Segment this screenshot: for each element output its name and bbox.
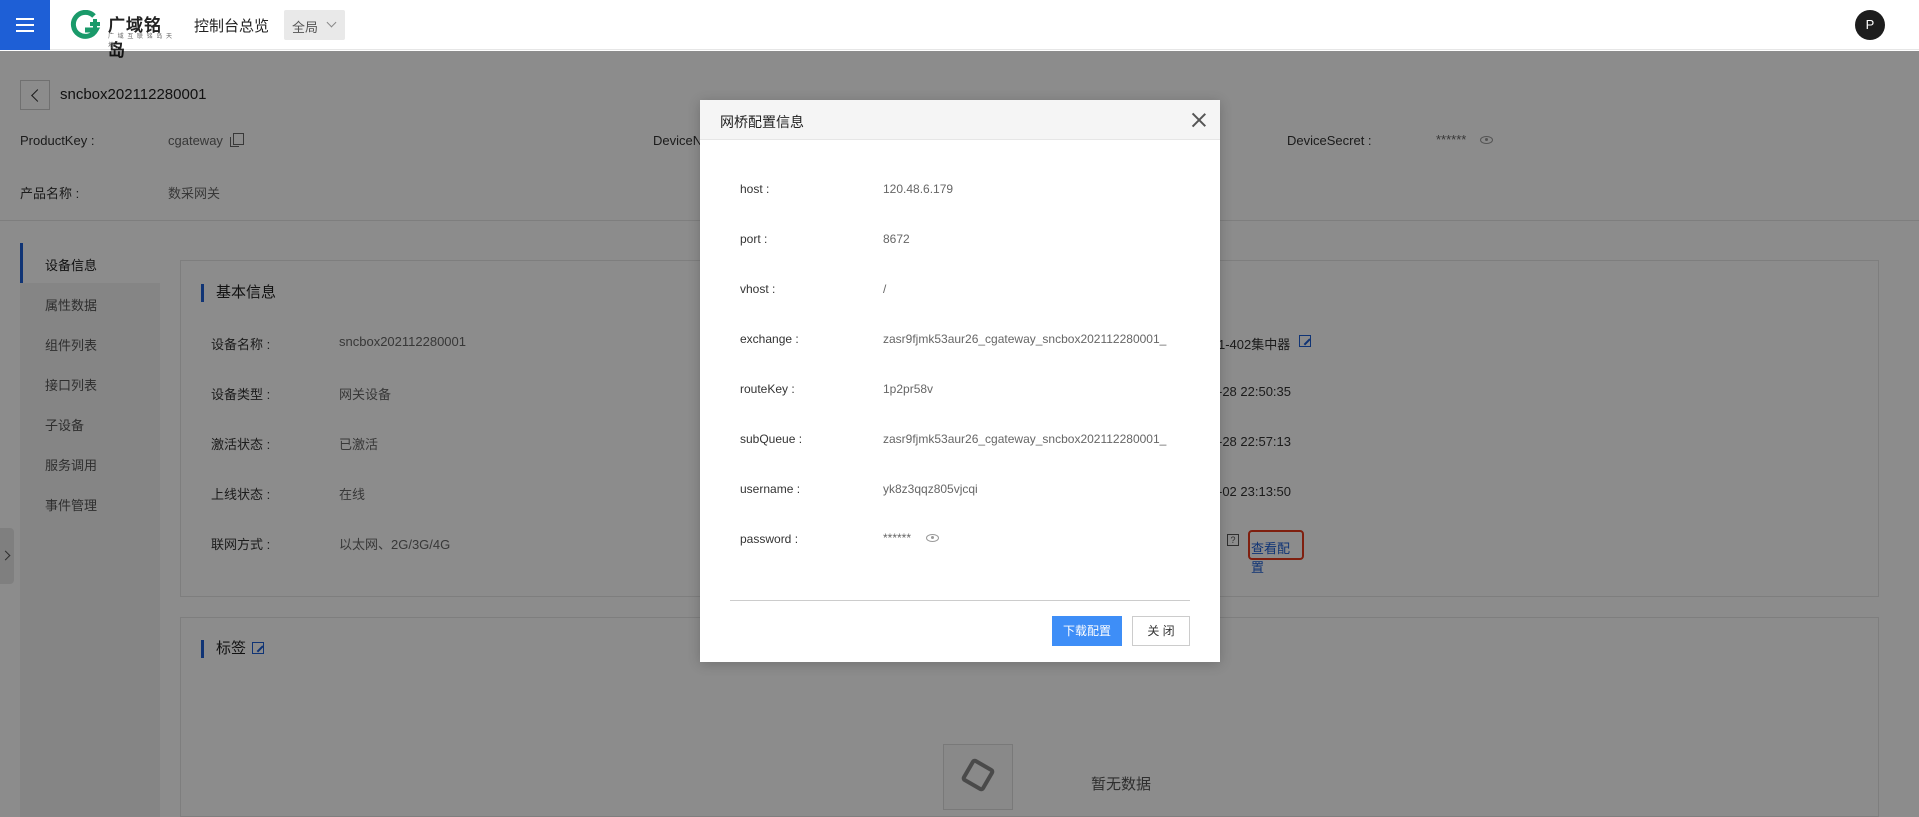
top-bar: 广域铭岛 广 域 互 联 铭 岛 天 地 控制台总览 全局 P	[0, 0, 1919, 60]
field-label: host :	[740, 182, 770, 196]
modal-header: 网桥配置信息	[700, 100, 1220, 140]
field-value: yk8z3qqz805vjcqi	[883, 482, 978, 496]
field-label: username :	[740, 482, 801, 496]
field-value: 120.48.6.179	[883, 182, 954, 196]
field-label: exchange :	[740, 332, 799, 346]
field-label: routeKey :	[740, 382, 795, 396]
scope-select[interactable]: 全局	[284, 10, 345, 40]
modal-title: 网桥配置信息	[720, 114, 804, 130]
avatar[interactable]: P	[1855, 10, 1885, 40]
field-value: zasr9fjmk53aur26_cgateway_sncbox20211228…	[883, 432, 1167, 446]
close-icon[interactable]	[1190, 111, 1208, 129]
field-value: /	[883, 282, 887, 296]
field-value: 1p2pr58v	[883, 382, 934, 396]
close-button[interactable]: 关 闭	[1132, 616, 1190, 646]
field-value: 8672	[883, 232, 910, 246]
brand-logo[interactable]: 广域铭岛 广 域 互 联 铭 岛 天 地	[68, 8, 178, 60]
field-label: port :	[740, 232, 768, 246]
download-config-button[interactable]: 下载配置	[1052, 616, 1122, 646]
bridge-config-modal: 网桥配置信息 host : 120.48.6.179 port : 8672 v…	[700, 100, 1220, 662]
field-label: vhost :	[740, 282, 776, 296]
field-label: password :	[740, 532, 799, 546]
brand-subtitle: 广 域 互 联 铭 岛 天 地	[108, 34, 174, 49]
logo-mark-icon	[70, 10, 101, 39]
menu-icon[interactable]	[0, 0, 50, 50]
field-value: ******	[883, 531, 912, 545]
nav-console-overview[interactable]: 控制台总览	[194, 15, 269, 36]
field-label: subQueue :	[740, 432, 803, 446]
eye-icon[interactable]	[926, 534, 939, 542]
divider	[730, 600, 1190, 601]
field-value: zasr9fjmk53aur26_cgateway_sncbox20211228…	[883, 332, 1167, 346]
scope-select-value: 全局	[292, 20, 319, 35]
chevron-down-icon	[326, 17, 337, 28]
